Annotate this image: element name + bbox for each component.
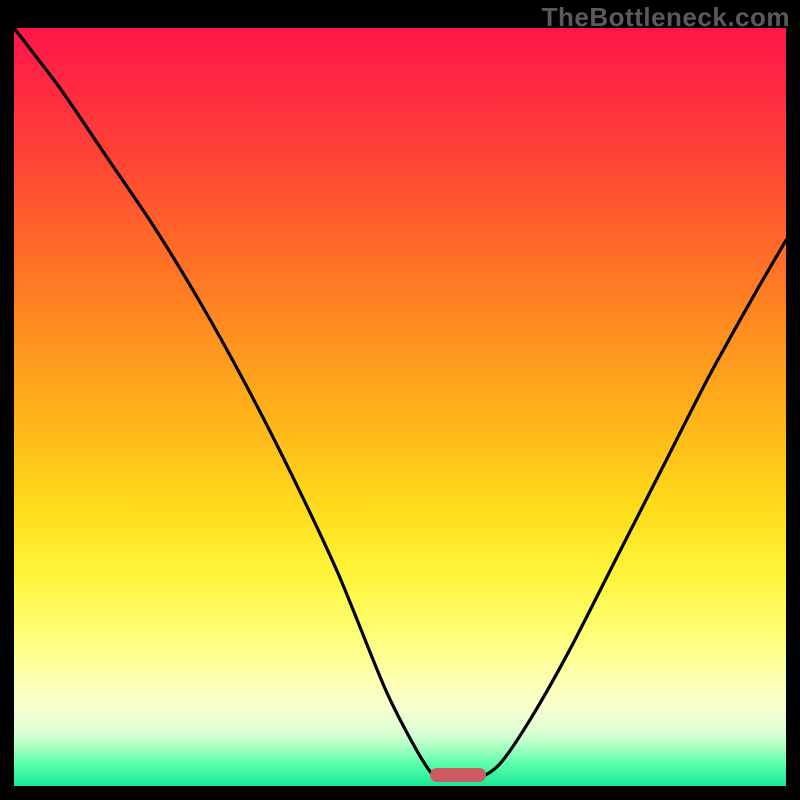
plot-area xyxy=(14,28,786,786)
chart-frame: TheBottleneck.com xyxy=(0,0,800,800)
bottleneck-curve xyxy=(14,28,786,786)
target-marker xyxy=(430,768,486,782)
watermark-text: TheBottleneck.com xyxy=(542,2,790,33)
